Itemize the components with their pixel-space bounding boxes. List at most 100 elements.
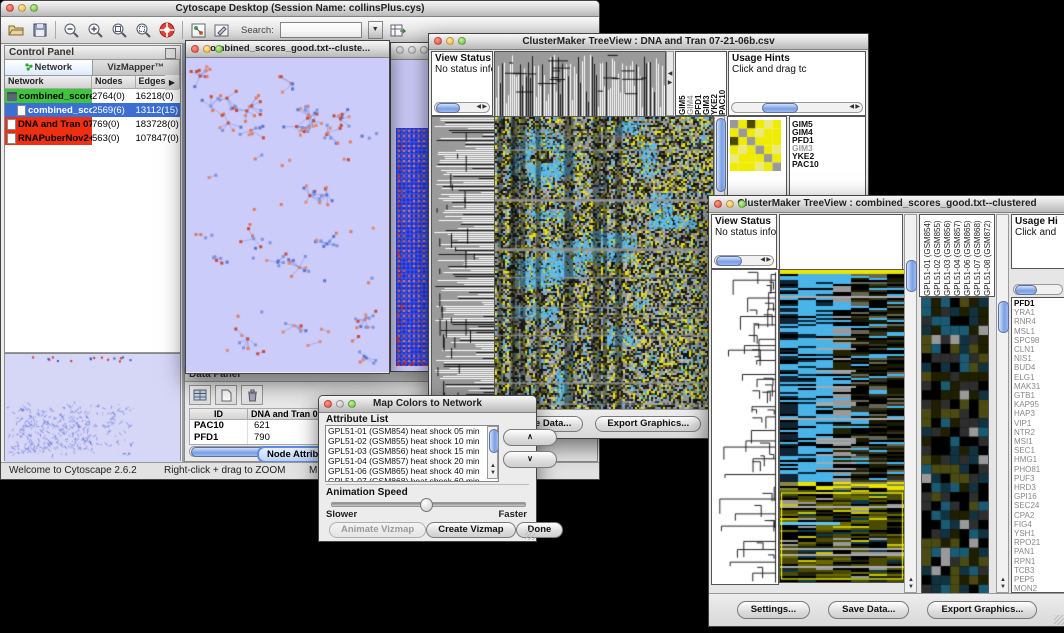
dense-network-canvas[interactable] [396,128,432,366]
tab-overflow-arrow[interactable]: ▶ [165,75,179,90]
attribute-item[interactable]: GPL51-07 (GSM868) heat shock 60 min [326,476,498,482]
tv2-gene-labels[interactable]: PFD1YRA1RNR4MSL1SPC98CLN1NIS1BUD4ELG1MAK… [1011,297,1064,593]
column-label[interactable]: GPL51-08 (GSM872) [983,217,993,296]
control-panel-tab[interactable]: VizMapper™ [93,60,181,75]
row-label[interactable]: PAC10 [790,160,865,168]
gene-label[interactable]: PEP5 [1012,575,1064,584]
slider-thumb[interactable] [420,498,433,512]
gene-label[interactable]: HAP3 [1012,409,1064,418]
tv1-column-dendrogram-canvas[interactable] [494,51,666,118]
delete-attribute-icon[interactable] [241,385,263,405]
gene-label[interactable]: RPO21 [1012,538,1064,547]
gene-label[interactable]: CPA2 [1012,511,1064,520]
column-label[interactable]: GPL51-03 (GSM856) [943,217,953,296]
column-label[interactable]: PAC10 [718,54,726,115]
zoom-out-icon[interactable] [62,21,80,39]
search-input[interactable] [280,22,362,38]
animation-speed-slider[interactable] [331,502,526,507]
attribute-item[interactable]: GPL51-06 (GSM865) heat shock 40 min [326,466,498,476]
scroll-left-arrow[interactable]: ◀ [760,258,765,263]
main-title-bar[interactable]: Cytoscape Desktop (Session Name: collins… [1,1,599,17]
treeview1-title-bar[interactable]: ClusterMaker TreeView : DNA and Tran 07-… [429,34,868,50]
tv1-row-dendrogram-canvas[interactable] [431,116,495,411]
treeview-button[interactable]: Export Graphics... [595,416,701,432]
network-list-row[interactable]: combined_sco 2569(6) 13112(15) [5,103,180,117]
gene-label[interactable]: YRA1 [1012,308,1064,317]
birdseye-view[interactable] [5,353,180,463]
minimize-button[interactable] [203,45,211,53]
close-button[interactable] [191,45,199,53]
column-label[interactable]: GPL51-07 (GSM868) [973,217,983,296]
gene-label[interactable]: NTR2 [1012,428,1064,437]
minimize-button[interactable] [18,4,26,12]
annotation-icon[interactable] [213,21,231,39]
gene-label[interactable]: CLN1 [1012,345,1064,354]
network-window-title-bar[interactable]: combined_scores_good.txt--cluste... [186,41,389,58]
zoom-fit-icon[interactable] [110,21,128,39]
column-label[interactable]: GPL51-06 (GSM865) [963,217,973,296]
gene-label[interactable]: MSI1 [1012,437,1064,446]
open-file-button[interactable] [7,21,25,39]
gene-label[interactable]: GTB1 [1012,391,1064,400]
scroll-right-arrow[interactable]: ▶ [855,105,860,110]
gene-label[interactable]: MON2 [1012,584,1064,593]
save-button[interactable] [31,21,49,39]
tv2-row-dendrogram-canvas[interactable] [711,269,779,585]
gene-label[interactable]: KAP95 [1012,400,1064,409]
float-panel-icon[interactable] [165,48,176,59]
control-panel-tab[interactable]: Network [5,60,93,75]
tv1-column-labels[interactable]: GIM5GIM4PFD1GIM3YKE2PAC10 [675,51,727,116]
gene-label[interactable]: NIS1 [1012,354,1064,363]
tv2-zoom-heatmap-canvas[interactable] [921,297,989,595]
minimize-button[interactable] [446,37,454,45]
attribute-item[interactable]: GPL51-02 (GSM855) heat shock 10 min [326,436,498,446]
gene-label[interactable]: ELG1 [1012,373,1064,382]
attribute-item[interactable]: GPL51-04 (GSM857) heat shock 20 min [326,456,498,466]
gene-label[interactable]: BUD4 [1012,363,1064,372]
gene-label[interactable]: SEC1 [1012,446,1064,455]
new-attribute-icon[interactable] [215,385,237,405]
tv1-hints-hscrollbar[interactable]: ◀ ▶ [731,102,863,113]
move-up-button[interactable]: ∧ [503,429,557,446]
help-lifesaver-icon[interactable] [158,21,176,39]
zoom-button[interactable] [420,46,428,54]
minimize-button[interactable] [336,400,344,408]
dialog-button[interactable]: Animate Vizmap [329,522,426,538]
gene-label[interactable]: SPC98 [1012,336,1064,345]
gene-label[interactable]: TCB3 [1012,566,1064,575]
attribute-item[interactable]: GPL51-01 (GSM854) heat shock 05 min [326,426,498,436]
minimize-button[interactable] [408,46,416,54]
network-list-row[interactable]: RNAPuberNov2+| 563(0) 107847(0) [5,131,180,145]
attribute-select-icon[interactable] [189,385,211,405]
minimize-button[interactable] [726,200,734,208]
tv2-hints-hscrollbar[interactable] [1013,284,1063,295]
gene-label[interactable]: SEC24 [1012,501,1064,510]
resize-grip[interactable] [525,530,535,540]
close-button[interactable] [6,4,14,12]
id-column-header[interactable]: ID [190,409,248,419]
network-manager-icon[interactable] [189,21,207,39]
gene-label[interactable]: PAN1 [1012,547,1064,556]
treeview-button[interactable]: Export Graphics... [927,601,1037,619]
treeview-button[interactable]: Settings... [737,601,810,619]
gene-label[interactable]: MAK31 [1012,382,1064,391]
scroll-right-arrow[interactable]: ▶ [482,105,487,110]
network-graph-canvas[interactable] [186,58,387,371]
move-down-button[interactable]: ∨ [503,451,557,468]
column-label[interactable]: GIM3 [702,54,710,115]
treeview-button[interactable]: Save Data... [828,601,909,619]
zoom-in-icon[interactable] [86,21,104,39]
gene-label[interactable]: RPN1 [1012,557,1064,566]
zoom-button[interactable] [215,45,223,53]
gene-label[interactable]: RNR4 [1012,317,1064,326]
gene-label[interactable]: YSH1 [1012,529,1064,538]
zoom-selected-icon[interactable] [134,21,152,39]
tv2-status-hscrollbar[interactable]: ◀ ▶ [714,255,774,266]
tv2-heatmap-canvas[interactable] [779,269,905,583]
gene-label[interactable]: PUF3 [1012,474,1064,483]
tv1-status-hscrollbar[interactable]: ◀ ▶ [434,102,490,113]
zoom-button[interactable] [30,4,38,12]
tv2-main-vscrollbar[interactable]: ▲ ▼ [904,214,917,593]
dialog-button[interactable]: Done [516,522,564,538]
close-button[interactable] [714,200,722,208]
